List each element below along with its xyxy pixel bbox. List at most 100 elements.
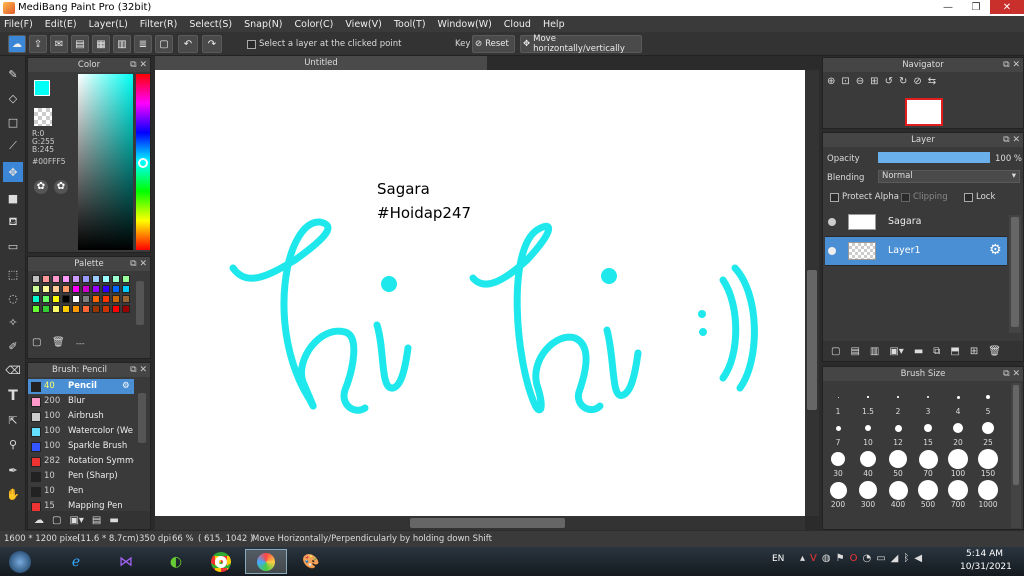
dot-tool-icon[interactable]: □ [3, 112, 23, 132]
menu-select[interactable]: Select(S) [189, 19, 232, 30]
palette-swatch[interactable] [32, 305, 40, 313]
language-indicator[interactable]: EN [772, 554, 784, 564]
move-constraint-button[interactable]: ✥ Move horizontally/vertically [520, 34, 642, 54]
palette-swatch[interactable] [102, 295, 110, 303]
panel-expand-icon[interactable]: ⧉ ✕ [1003, 133, 1020, 147]
menu-tool[interactable]: Tool(T) [394, 19, 426, 30]
palette-swatch[interactable] [52, 285, 60, 293]
brush-size-dot[interactable] [859, 481, 877, 499]
hand-tool-icon[interactable]: ✋ [3, 484, 23, 504]
palette-swatch[interactable] [32, 275, 40, 283]
medibang-taskbar-icon[interactable] [245, 549, 287, 574]
navigator-thumbnail[interactable] [905, 98, 943, 126]
menu-view[interactable]: View(V) [345, 19, 381, 30]
brush-size-dot[interactable] [867, 396, 869, 398]
brush-add-icon[interactable]: ▢ [52, 515, 61, 526]
move-tool-icon[interactable]: ✥ [3, 162, 23, 182]
palette-swatch[interactable] [32, 285, 40, 293]
brush-size-dot[interactable] [829, 481, 847, 499]
cloud-icon[interactable]: ☁ [8, 35, 26, 53]
brush-add-menu-icon[interactable]: ▣▾ [69, 515, 83, 526]
lasso-tool-icon[interactable]: ◌ [3, 288, 23, 308]
palette-swatch[interactable] [52, 295, 60, 303]
tray-bluetooth-icon[interactable]: ᛒ [903, 553, 909, 564]
page-icon[interactable]: ▦ [92, 35, 110, 53]
palette-swatch[interactable] [42, 305, 50, 313]
tray-opera-icon[interactable]: O [850, 553, 858, 564]
brush-size-dot[interactable] [948, 449, 968, 469]
gear-icon[interactable]: ⚙ [122, 379, 130, 394]
layer-row-sagara[interactable]: Sagara [825, 208, 1007, 237]
palette-swatch[interactable] [122, 305, 130, 313]
brush-size-dot[interactable] [953, 423, 963, 433]
brush-size-dot[interactable] [888, 480, 908, 500]
operation-tool-icon[interactable]: ⇱ [3, 410, 23, 430]
primary-color-swatch[interactable] [34, 80, 50, 96]
text-tool-icon[interactable]: T [3, 386, 23, 406]
brush-size-dot[interactable] [927, 396, 929, 398]
drawing-canvas[interactable]: Sagara #Hoidap247 [155, 70, 805, 516]
layer-row-layer1[interactable]: Layer1 ⚙ [825, 237, 1007, 266]
actual-size-icon[interactable]: ⊞ [870, 76, 878, 87]
ie-icon[interactable]: ℯ [55, 549, 97, 574]
brush-size-scrollbar[interactable] [1011, 383, 1021, 528]
layer-settings-icon[interactable]: ⊞ [970, 346, 978, 357]
select-layer-checkbox[interactable] [247, 40, 256, 49]
panel-expand-icon[interactable]: ⧉ ✕ [1003, 58, 1020, 72]
tray-volume-icon[interactable]: ◀ [914, 553, 922, 564]
protect-alpha-checkbox[interactable] [830, 193, 839, 202]
palette-swatch[interactable] [92, 285, 100, 293]
tray-flag-icon[interactable]: ⚑ [836, 553, 845, 564]
brush-size-dot[interactable] [835, 425, 841, 431]
tray-sync-icon[interactable]: ◔ [862, 553, 871, 564]
menu-help[interactable]: Help [543, 19, 565, 30]
select-eraser-icon[interactable]: ⌫ [3, 360, 23, 380]
palette-swatch[interactable] [42, 275, 50, 283]
menu-cloud[interactable]: Cloud [504, 19, 531, 30]
hue-handle[interactable] [138, 158, 148, 168]
palette-swatch[interactable] [82, 305, 90, 313]
delete-layer-icon[interactable]: 🗑 [988, 346, 1001, 357]
brush-folder-icon[interactable]: ▬ [109, 515, 118, 526]
palette-swatch[interactable] [82, 285, 90, 293]
brush-cloud-icon[interactable]: ☁ [34, 515, 44, 526]
palette-swatch[interactable] [102, 275, 110, 283]
eyedropper-icon[interactable]: ⚲ [3, 434, 23, 454]
brush-size-dot[interactable] [897, 396, 899, 398]
redo-icon[interactable]: ↷ [202, 35, 222, 53]
palette-swatch[interactable] [92, 305, 100, 313]
rotate-left-icon[interactable]: ↺ [885, 76, 893, 87]
app-green-icon[interactable]: ◐ [155, 549, 197, 574]
brush-size-dot[interactable] [982, 422, 994, 434]
palette-scrollbar[interactable] [136, 281, 144, 325]
brush-size-dot[interactable] [860, 451, 876, 467]
palette-swatch[interactable] [92, 295, 100, 303]
palette-swatch[interactable] [112, 305, 120, 313]
clock-date[interactable]: 10/31/2021 [960, 562, 1012, 572]
brush-tool-icon[interactable]: ✎ [3, 64, 23, 84]
zoom-fit-icon[interactable]: ⊡ [841, 76, 849, 87]
brush-size-dot[interactable] [837, 396, 839, 398]
zoom-out-icon[interactable]: ⊖ [856, 76, 864, 87]
document-icon[interactable]: ▢ [155, 35, 173, 53]
delete-palette-icon[interactable]: 🗑 [52, 337, 65, 348]
new-layer-8bit-icon[interactable]: ▤ [850, 346, 859, 357]
panel-expand-icon[interactable]: ⧉ ✕ [130, 58, 147, 72]
paint-icon[interactable]: 🎨 [290, 549, 332, 574]
brush-size-dot[interactable] [924, 424, 932, 432]
menu-layer[interactable]: Layer(L) [89, 19, 128, 30]
brush-size-dot[interactable] [831, 452, 845, 466]
opacity-slider[interactable] [878, 152, 990, 163]
saturation-value-picker[interactable] [78, 74, 133, 250]
palette-swatch[interactable] [112, 285, 120, 293]
merge-layer-icon[interactable]: ⬒ [950, 346, 959, 357]
reset-button[interactable]: ⊘ Reset [472, 35, 515, 53]
manage-icon[interactable]: ▥ [113, 35, 131, 53]
brush-item[interactable]: 200 Blur [28, 394, 134, 409]
upload-icon[interactable]: ⇪ [29, 35, 47, 53]
palette-swatch[interactable] [62, 285, 70, 293]
menu-color[interactable]: Color(C) [295, 19, 334, 30]
select-pen-icon[interactable]: ✐ [3, 336, 23, 356]
visibility-eye-icon[interactable] [828, 218, 836, 226]
tray-app-icon[interactable]: ◍ [822, 553, 831, 564]
